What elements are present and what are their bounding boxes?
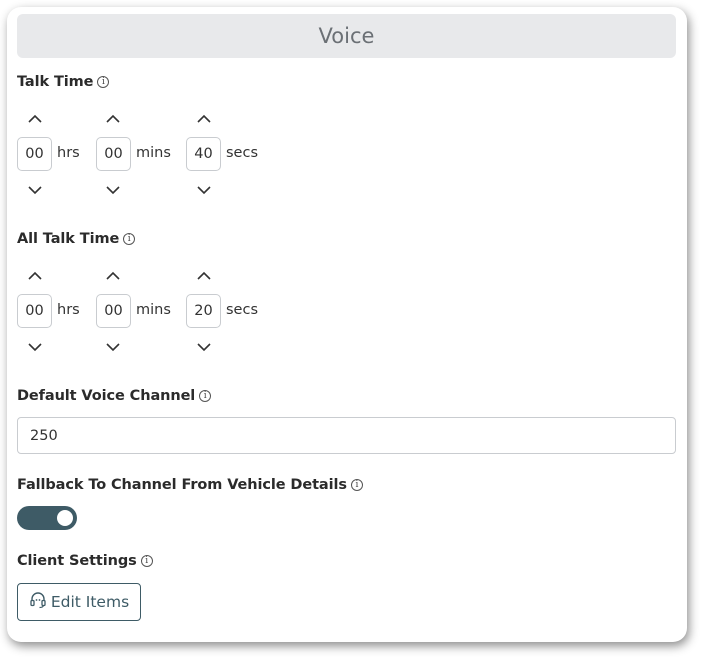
- info-icon[interactable]: i: [350, 479, 363, 491]
- chevron-down-icon[interactable]: [26, 341, 44, 353]
- all-talk-time-minutes-unit: mins: [136, 302, 171, 318]
- edit-items-label: Edit Items: [50, 593, 130, 611]
- talk-time-seconds-unit: secs: [226, 145, 259, 161]
- default-voice-channel-label: Default Voice Channel: [17, 388, 196, 404]
- fallback-toggle[interactable]: [17, 506, 77, 530]
- all-talk-time-hours-unit: hrs: [57, 302, 80, 318]
- chevron-down-icon[interactable]: [195, 184, 213, 196]
- all-talk-time-seconds-input[interactable]: 20: [186, 294, 221, 328]
- info-icon[interactable]: i: [199, 390, 212, 402]
- chevron-up-icon[interactable]: [26, 270, 44, 282]
- talk-time-minutes-input[interactable]: 00: [96, 137, 131, 171]
- default-voice-channel-label-row: Default Voice Channel i: [17, 388, 212, 404]
- chevron-down-icon[interactable]: [26, 184, 44, 196]
- chevron-up-icon[interactable]: [195, 270, 213, 282]
- toggle-knob: [57, 510, 73, 526]
- all-talk-time-seconds-unit: secs: [226, 302, 259, 318]
- chevron-down-icon[interactable]: [104, 184, 122, 196]
- chevron-down-icon[interactable]: [195, 341, 213, 353]
- info-icon[interactable]: i: [140, 555, 153, 567]
- talk-time-label-row: Talk Time i: [17, 74, 110, 90]
- edit-items-button[interactable]: Edit Items: [17, 583, 141, 621]
- chevron-up-icon[interactable]: [104, 270, 122, 282]
- all-talk-time-label: All Talk Time: [17, 231, 120, 247]
- info-icon[interactable]: i: [97, 76, 110, 88]
- section-title: Voice: [318, 24, 375, 48]
- info-icon[interactable]: i: [123, 233, 136, 245]
- talk-time-hours-unit: hrs: [57, 145, 80, 161]
- all-talk-time-label-row: All Talk Time i: [17, 231, 136, 247]
- default-voice-channel-value: 250: [30, 427, 58, 444]
- chevron-up-icon[interactable]: [195, 113, 213, 125]
- headset-icon: [29, 591, 47, 613]
- chevron-up-icon[interactable]: [26, 113, 44, 125]
- chevron-down-icon[interactable]: [104, 341, 122, 353]
- client-settings-label-row: Client Settings i: [17, 553, 153, 569]
- default-voice-channel-input[interactable]: 250: [17, 417, 676, 454]
- talk-time-hours-input[interactable]: 00: [17, 137, 52, 171]
- section-header: Voice: [17, 14, 676, 58]
- talk-time-seconds-input[interactable]: 40: [186, 137, 221, 171]
- all-talk-time-hours-input[interactable]: 00: [17, 294, 52, 328]
- talk-time-minutes-unit: mins: [136, 145, 171, 161]
- fallback-label-row: Fallback To Channel From Vehicle Details…: [17, 477, 363, 493]
- chevron-up-icon[interactable]: [104, 113, 122, 125]
- fallback-label: Fallback To Channel From Vehicle Details: [17, 477, 347, 493]
- talk-time-label: Talk Time: [17, 74, 94, 90]
- client-settings-label: Client Settings: [17, 553, 137, 569]
- all-talk-time-minutes-input[interactable]: 00: [96, 294, 131, 328]
